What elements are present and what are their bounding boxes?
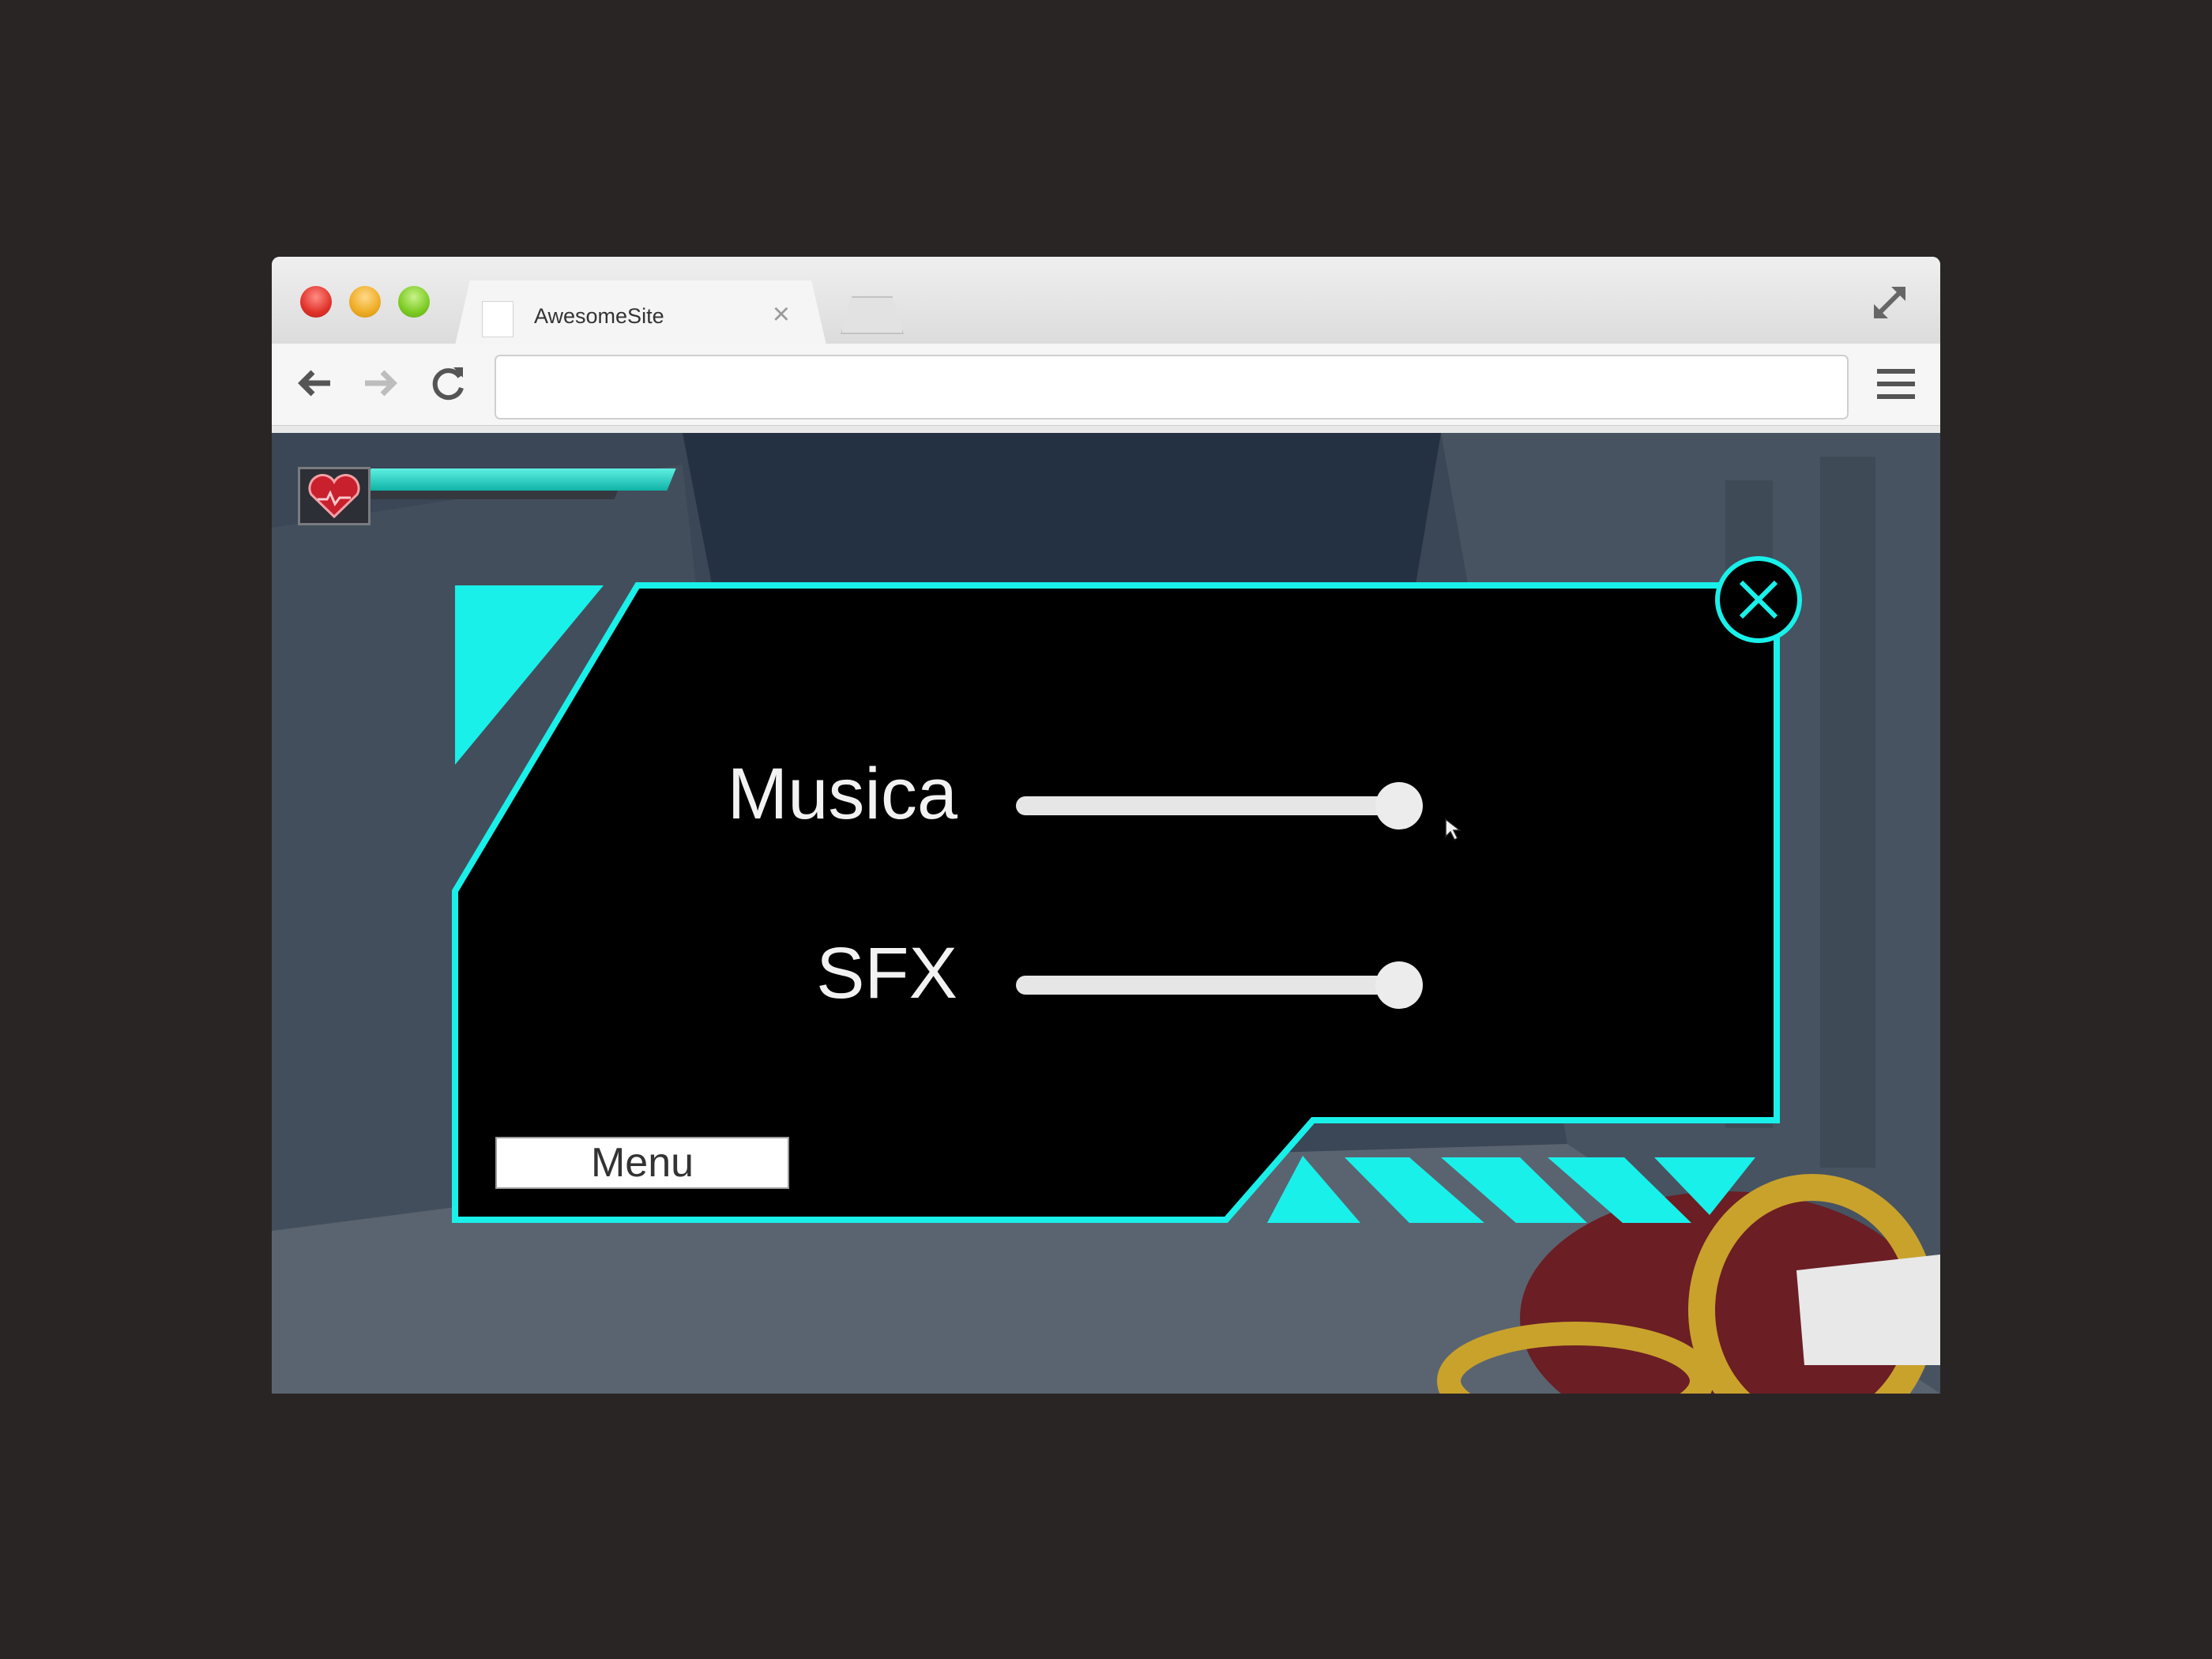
forward-arrow-icon[interactable] bbox=[359, 361, 403, 405]
sfx-slider-track[interactable] bbox=[1016, 976, 1419, 995]
game-viewport[interactable]: Musica SFX Menu bbox=[272, 433, 1940, 1394]
close-dialog-button[interactable] bbox=[1714, 555, 1803, 644]
back-arrow-icon[interactable] bbox=[292, 361, 337, 405]
fullscreen-icon[interactable] bbox=[1868, 280, 1912, 325]
sfx-label: SFX bbox=[816, 933, 957, 1014]
close-window-button[interactable] bbox=[300, 286, 332, 318]
new-tab-button[interactable] bbox=[841, 296, 904, 334]
menu-button[interactable]: Menu bbox=[495, 1137, 789, 1189]
heart-icon bbox=[308, 473, 360, 519]
sfx-volume-slider[interactable] bbox=[1016, 961, 1423, 1009]
mouse-cursor-icon bbox=[1445, 818, 1462, 841]
browser-toolbar bbox=[272, 344, 1940, 426]
game-scene bbox=[272, 433, 1940, 1394]
page-icon bbox=[482, 301, 514, 337]
title-bar: AwesomeSite × bbox=[272, 257, 1940, 345]
tab-close-button[interactable]: × bbox=[773, 298, 790, 332]
browser-tab[interactable]: AwesomeSite × bbox=[455, 280, 826, 345]
minimize-window-button[interactable] bbox=[349, 286, 381, 318]
url-bar[interactable] bbox=[495, 355, 1849, 419]
health-panel bbox=[298, 467, 371, 525]
music-volume-slider[interactable] bbox=[1016, 782, 1423, 830]
hamburger-menu-icon[interactable] bbox=[1875, 364, 1917, 405]
music-label: Musica bbox=[727, 754, 957, 834]
health-bar-fill bbox=[362, 468, 676, 491]
music-slider-track[interactable] bbox=[1016, 796, 1419, 815]
music-slider-knob[interactable] bbox=[1375, 782, 1423, 830]
reload-icon[interactable] bbox=[427, 361, 471, 405]
sfx-slider-knob[interactable] bbox=[1375, 961, 1423, 1009]
browser-window: AwesomeSite × Musica SFX Menu bbox=[272, 257, 1940, 1394]
zoom-window-button[interactable] bbox=[398, 286, 430, 318]
tab-title: AwesomeSite bbox=[534, 304, 664, 328]
